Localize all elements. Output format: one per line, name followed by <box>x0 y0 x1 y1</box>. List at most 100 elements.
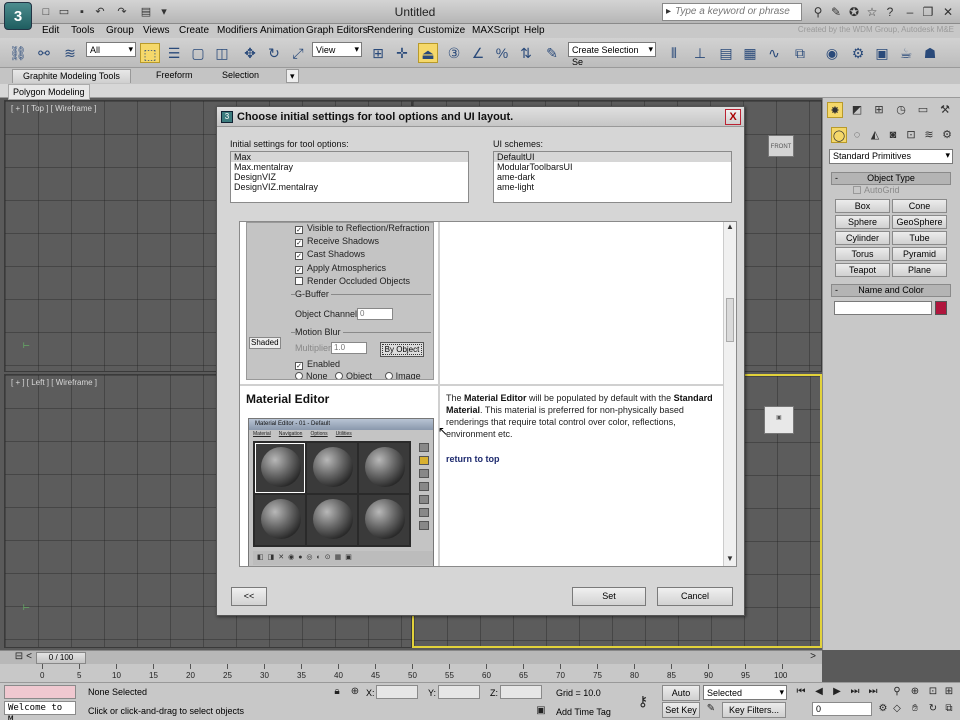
ribbon-options-icon[interactable]: ▾ <box>286 69 299 83</box>
percent-snap-icon[interactable]: % <box>492 43 512 63</box>
geometry-category-icon[interactable]: ◯ <box>831 127 847 143</box>
maximize-viewport-icon[interactable]: ⧉ <box>942 703 956 714</box>
viewcube-front-icon[interactable]: FRONT <box>768 135 794 157</box>
teapot-button[interactable]: Teapot <box>835 263 890 277</box>
select-manipulate-icon[interactable]: ✛ <box>392 43 412 63</box>
selection-lock-icon[interactable]: 🔒︎ <box>330 686 344 697</box>
render-setup-icon[interactable]: ⚙ <box>848 43 868 63</box>
viewport-left-label[interactable]: [ + ] [ Left ] [ Wireframe ] <box>11 378 97 387</box>
create-panel-icon[interactable]: ✸ <box>827 102 843 118</box>
scroll-down-icon[interactable]: ▼ <box>725 554 735 566</box>
scrollbar-thumb[interactable] <box>726 298 734 342</box>
selection-filter-dropdown[interactable]: All <box>86 42 136 57</box>
add-time-tag-button[interactable]: Add Time Tag <box>556 707 611 717</box>
list-item[interactable]: ame-dark <box>494 172 731 182</box>
zoom-icon[interactable]: ⚲ <box>890 686 904 697</box>
geosphere-button[interactable]: GeoSphere <box>892 215 947 229</box>
display-panel-icon[interactable]: ▭ <box>915 102 931 118</box>
sphere-button[interactable]: Sphere <box>835 215 890 229</box>
box-button[interactable]: Box <box>835 199 890 213</box>
key-mode-icon[interactable]: ✎ <box>704 703 718 714</box>
timeline-track-bar[interactable]: 0 5 10 15 20 25 30 35 40 45 50 55 60 65 … <box>0 664 822 682</box>
next-key-icon[interactable]: ⏭ <box>848 686 862 697</box>
scroll-up-icon[interactable]: ▲ <box>725 222 735 234</box>
list-item[interactable]: ame-light <box>494 182 731 192</box>
list-item[interactable]: DesignVIZ <box>231 172 468 182</box>
render-iterative-icon[interactable]: ☗ <box>920 43 940 63</box>
time-slider-thumb[interactable]: 0 / 100 <box>36 652 86 664</box>
go-to-end-icon[interactable]: ⏭ <box>866 686 880 697</box>
edit-named-selection-icon[interactable]: ✎ <box>542 43 562 63</box>
maxscript-listener-pink[interactable] <box>4 685 76 699</box>
list-item[interactable]: DefaultUI <box>494 152 731 162</box>
material-editor-icon[interactable]: ◉ <box>822 43 842 63</box>
rectangular-selection-icon[interactable]: ▢ <box>188 43 208 63</box>
rendered-frame-window-icon[interactable]: ▣ <box>872 43 892 63</box>
pivot-center-icon[interactable]: ⊞ <box>368 43 388 63</box>
cone-button[interactable]: Cone <box>892 199 947 213</box>
layer-manager-icon[interactable]: ▤ <box>716 43 736 63</box>
cancel-button[interactable]: Cancel <box>657 587 733 606</box>
communication-center-icon[interactable]: ✪ <box>846 4 862 20</box>
menu-rendering[interactable]: Rendering <box>367 25 413 36</box>
save-file-icon[interactable]: ▪ <box>74 5 90 19</box>
minimize-icon[interactable]: – <box>902 4 918 20</box>
dialog-title-bar[interactable]: 3 Choose initial settings for tool optio… <box>217 107 744 127</box>
favorites-icon[interactable]: ☆ <box>864 4 880 20</box>
redo-icon[interactable]: ↷ <box>114 5 130 19</box>
undo-icon[interactable]: ↶ <box>92 5 108 19</box>
space-warps-category-icon[interactable]: ≋ <box>921 127 937 143</box>
help-icon[interactable]: ? <box>882 4 898 20</box>
bind-space-warp-icon[interactable]: ≋ <box>60 43 80 63</box>
hierarchy-panel-icon[interactable]: ⊞ <box>871 102 887 118</box>
snaps-toggle-icon[interactable]: ③ <box>444 43 464 63</box>
key-filters-button[interactable]: Key Filters... <box>722 702 786 718</box>
zoom-all-icon[interactable]: ⊕ <box>908 686 922 697</box>
quick-access-dropdown-icon[interactable]: ▾ <box>156 5 172 19</box>
menu-animation[interactable]: Animation <box>260 25 304 36</box>
tab-selection[interactable]: Selection <box>212 69 269 83</box>
select-and-scale-icon[interactable]: ⤢ <box>288 43 308 63</box>
list-item[interactable]: ModularToolbarsUI <box>494 162 731 172</box>
next-frame-icon[interactable]: > <box>806 651 820 662</box>
viewcube-perspective-icon[interactable]: ▣ <box>764 406 794 434</box>
menu-graph-editors[interactable]: Graph Editors <box>306 25 368 36</box>
name-and-color-rollout[interactable]: Name and Color <box>831 284 951 297</box>
cylinder-button[interactable]: Cylinder <box>835 231 890 245</box>
unlink-selection-icon[interactable]: ⚯ <box>34 43 54 63</box>
list-item[interactable]: Max.mentalray <box>231 162 468 172</box>
y-coordinate-field[interactable] <box>438 685 480 699</box>
dialog-close-button[interactable]: X <box>725 109 741 125</box>
render-production-icon[interactable]: ☕ <box>896 43 916 63</box>
auto-key-button[interactable]: Auto Key <box>662 685 700 712</box>
time-tag-icon[interactable]: ▣ <box>534 705 548 716</box>
pan-view-icon[interactable]: ✋︎ <box>908 703 922 714</box>
previous-frame-icon[interactable]: < <box>22 651 36 662</box>
tool-options-list[interactable]: Max Max.mentalray DesignVIZ DesignVIZ.me… <box>230 151 469 203</box>
object-color-swatch[interactable] <box>935 301 947 315</box>
viewport-top-label[interactable]: [ + ] [ Top ] [ Wireframe ] <box>11 104 96 113</box>
object-category-dropdown[interactable]: Standard Primitives <box>829 149 953 164</box>
project-folder-icon[interactable]: ▤ <box>138 5 154 19</box>
menu-group[interactable]: Group <box>106 25 134 36</box>
systems-category-icon[interactable]: ⚙ <box>939 127 955 143</box>
binoculars-search-icon[interactable]: ⚲ <box>810 4 826 20</box>
field-of-view-icon[interactable]: ◇ <box>890 703 904 714</box>
menu-customize[interactable]: Customize <box>418 25 465 36</box>
object-type-rollout[interactable]: Object Type <box>831 172 951 185</box>
infocenter-search-input[interactable]: ▸ Type a keyword or phrase <box>662 3 802 21</box>
utilities-panel-icon[interactable]: ⚒ <box>937 102 953 118</box>
plane-button[interactable]: Plane <box>892 263 947 277</box>
ui-schemes-list[interactable]: DefaultUI ModularToolbarsUI ame-dark ame… <box>493 151 732 203</box>
menu-modifiers[interactable]: Modifiers <box>217 25 258 36</box>
preview-scrollbar[interactable]: ▲ ▼ <box>723 222 736 566</box>
motion-panel-icon[interactable]: ◷ <box>893 102 909 118</box>
spinner-snap-icon[interactable]: ⇅ <box>516 43 536 63</box>
close-window-icon[interactable]: ✕ <box>940 4 956 20</box>
tube-button[interactable]: Tube <box>892 231 947 245</box>
align-icon[interactable]: ⊥ <box>690 43 710 63</box>
time-slider-track[interactable]: ⊟ 0 / 100 < > <box>0 650 822 664</box>
back-button[interactable]: << <box>231 587 267 606</box>
lights-category-icon[interactable]: ◭ <box>867 127 883 143</box>
keyboard-shortcut-override-icon[interactable]: ⏏ <box>418 43 438 63</box>
